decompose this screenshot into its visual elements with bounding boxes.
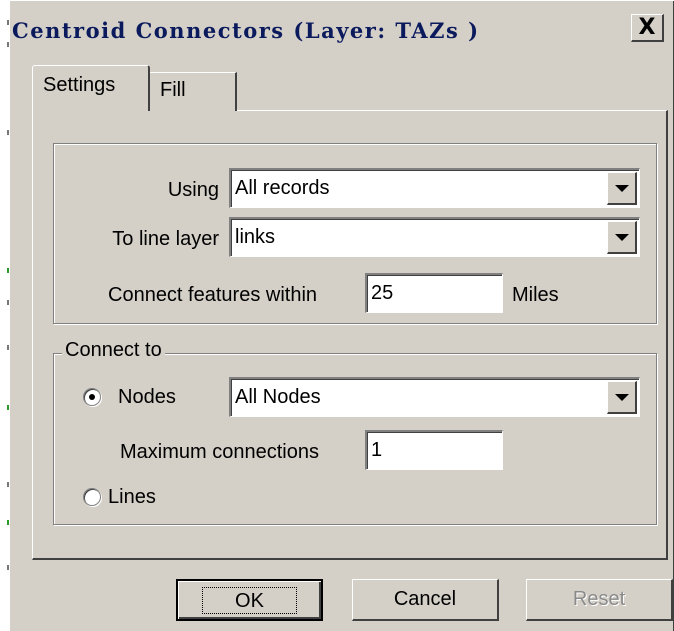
tab-fill-label: Fill (160, 79, 186, 101)
nodes-label: Nodes (118, 386, 176, 408)
max-connections-label: Maximum connections (120, 441, 319, 463)
tab-settings-label: Settings (43, 74, 116, 96)
connect-to-legend: Connect to (62, 340, 165, 360)
nodes-value: All Nodes (235, 386, 321, 408)
tab-fill[interactable]: Fill (149, 72, 237, 111)
radio-selected-dot (89, 394, 95, 400)
tab-settings[interactable]: Settings (32, 65, 150, 111)
within-label: Connect features within (108, 284, 318, 306)
window-title: Centroid Connectors (Layer: TAZs ) (12, 18, 480, 43)
using-label: Using (167, 179, 219, 201)
reset-label: Reset (572, 588, 626, 610)
using-dropdown-button[interactable] (607, 172, 637, 205)
close-button[interactable]: X (631, 14, 664, 42)
cancel-button[interactable]: Cancel (352, 579, 499, 621)
chevron-down-icon (614, 233, 629, 241)
within-unit-label: Miles (512, 284, 559, 306)
background-strip (0, 0, 9, 631)
ok-label: OK (202, 586, 297, 614)
within-value: 25 (371, 282, 394, 304)
chevron-down-icon (614, 393, 629, 401)
ok-button[interactable]: OK (176, 579, 323, 621)
within-distance-input[interactable]: 25 (365, 273, 503, 313)
chevron-down-icon (614, 184, 629, 192)
line-layer-dropdown-button[interactable] (607, 221, 637, 254)
max-connections-value: 1 (371, 439, 383, 461)
line-layer-label: To line layer (112, 228, 219, 250)
using-value: All records (235, 177, 330, 199)
nodes-select[interactable]: All Nodes (229, 377, 640, 417)
lines-label: Lines (108, 486, 156, 508)
close-icon: X (638, 14, 656, 40)
cancel-label: Cancel (393, 588, 457, 610)
line-layer-value: links (235, 226, 276, 248)
lines-radio[interactable] (83, 488, 101, 506)
nodes-dropdown-button[interactable] (607, 381, 637, 414)
reset-button: Reset (526, 579, 673, 621)
nodes-radio[interactable] (83, 388, 101, 406)
line-layer-select[interactable]: links (229, 217, 640, 257)
max-connections-input[interactable]: 1 (365, 430, 503, 470)
using-select[interactable]: All records (229, 168, 640, 208)
